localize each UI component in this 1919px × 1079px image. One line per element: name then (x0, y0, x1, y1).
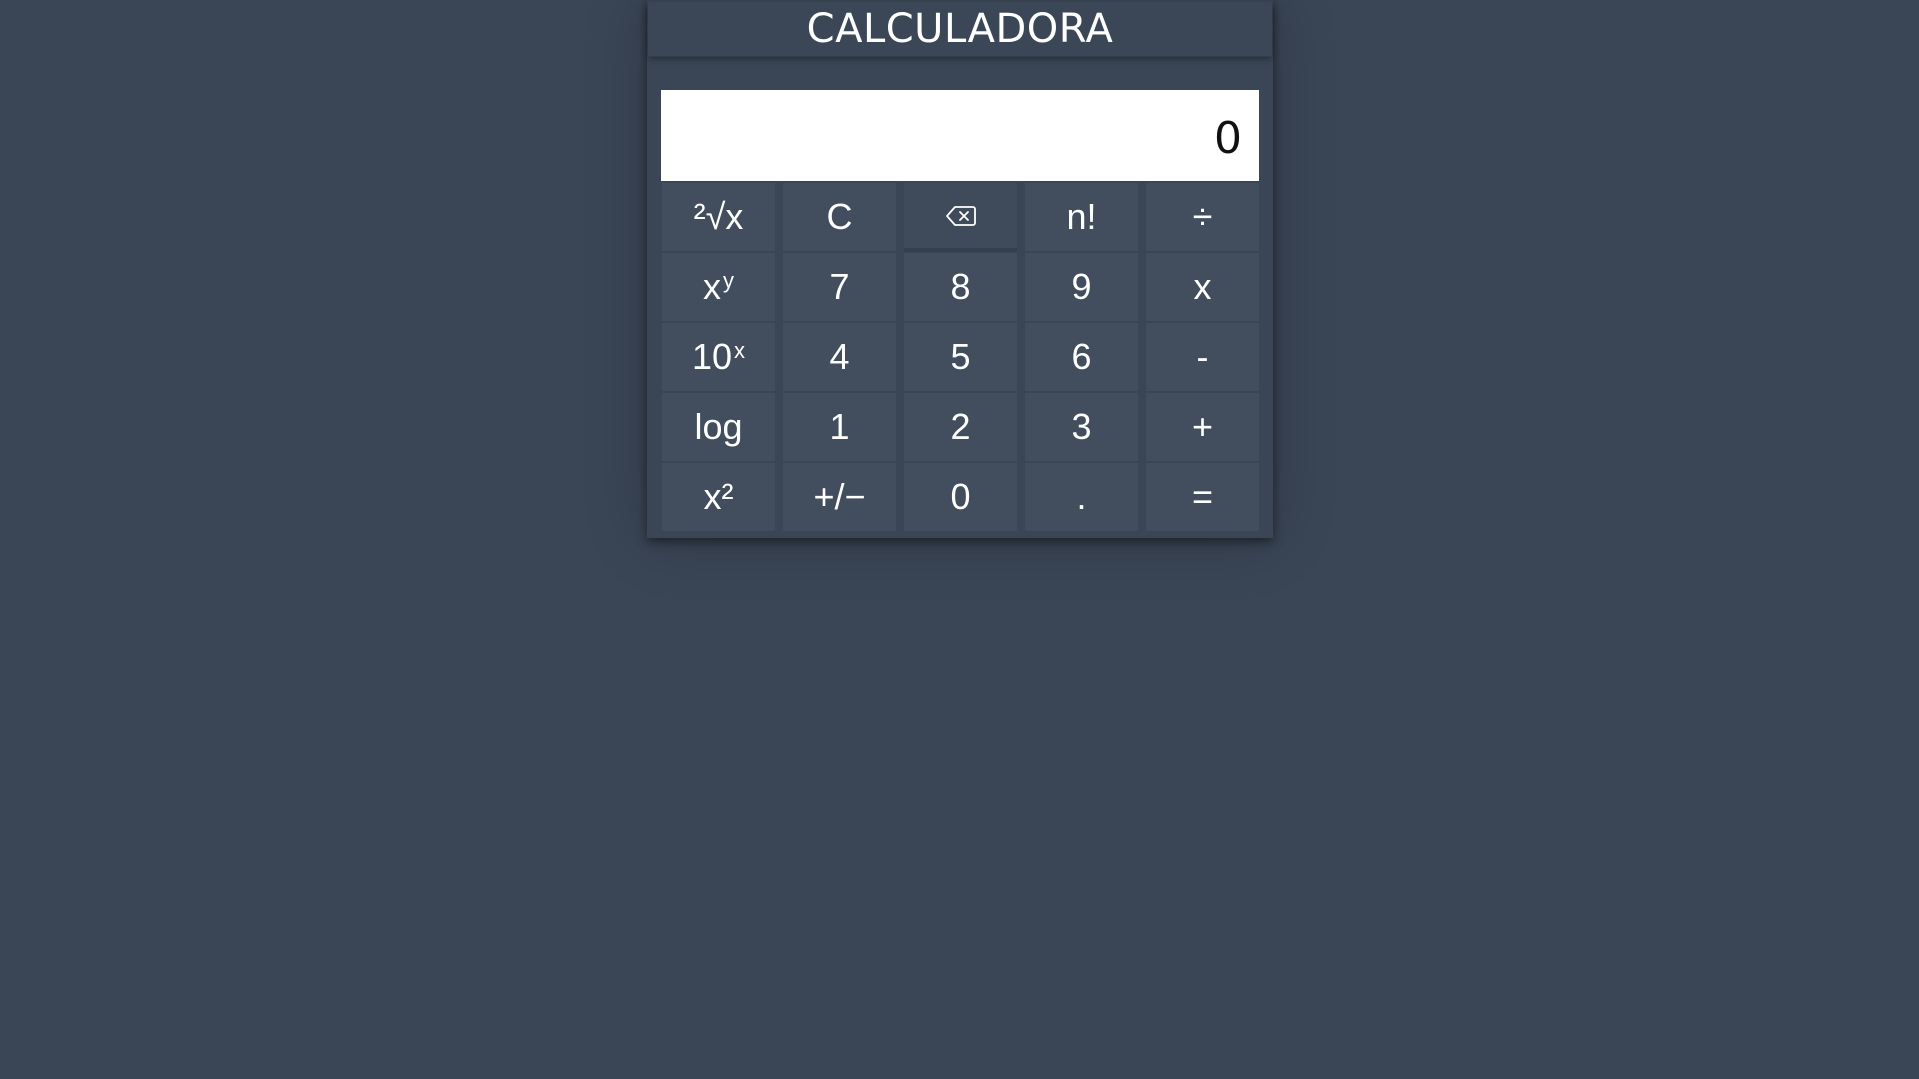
multiply-label: x (1193, 266, 1212, 307)
digit-9-button[interactable]: 9 (1025, 253, 1138, 322)
equals-label: = (1191, 476, 1214, 517)
digit-2-button[interactable]: 2 (904, 393, 1017, 462)
negate-button[interactable]: +/− (783, 463, 896, 532)
digit-4-label: 4 (829, 336, 850, 377)
app-title: CALCULADORA (806, 6, 1114, 52)
square-button[interactable]: x² (662, 463, 775, 532)
power-base-label: x (703, 266, 721, 307)
digit-6-label: 6 (1071, 336, 1092, 377)
clear-label: C (826, 196, 853, 237)
decimal-button[interactable]: . (1025, 463, 1138, 532)
power-button[interactable]: xy (662, 253, 775, 322)
divide-button[interactable]: ÷ (1146, 183, 1259, 252)
display-screen: 0 (661, 90, 1259, 181)
ten-power-exp-label: x (734, 338, 746, 363)
backspace-button[interactable] (904, 183, 1017, 252)
digit-2-label: 2 (950, 406, 971, 447)
digit-8-button[interactable]: 8 (904, 253, 1017, 322)
digit-7-label: 7 (829, 266, 850, 307)
ten-power-base-label: 10 (691, 336, 733, 377)
multiply-button[interactable]: x (1146, 253, 1259, 322)
factorial-label: n! (1066, 196, 1097, 237)
square-label: x² (703, 476, 734, 517)
ten-power-button[interactable]: 10 x (662, 323, 775, 392)
title-bar: CALCULADORA (648, 2, 1272, 57)
equals-button[interactable]: = (1146, 463, 1259, 532)
decimal-label: . (1076, 476, 1087, 517)
digit-3-label: 3 (1071, 406, 1092, 447)
digit-0-button[interactable]: 0 (904, 463, 1017, 532)
digit-9-label: 9 (1071, 266, 1092, 307)
negate-label: +/− (813, 476, 866, 517)
add-button[interactable]: + (1146, 393, 1259, 462)
digit-1-label: 1 (829, 406, 850, 447)
digit-3-button[interactable]: 3 (1025, 393, 1138, 462)
log-label: log (694, 406, 743, 447)
digit-4-button[interactable]: 4 (783, 323, 896, 392)
digit-0-label: 0 (950, 476, 971, 517)
subtract-button[interactable]: - (1146, 323, 1259, 392)
backspace-icon (945, 204, 977, 228)
square-root-label: ²√x (693, 196, 744, 237)
clear-button[interactable]: C (783, 183, 896, 252)
calculator: CALCULADORA 0 ²√x C n! ÷ xy 7 8 9 x 10 x… (647, 0, 1273, 538)
digit-7-button[interactable]: 7 (783, 253, 896, 322)
divide-label: ÷ (1192, 196, 1213, 237)
factorial-button[interactable]: n! (1025, 183, 1138, 252)
power-exp-label: y (723, 268, 734, 293)
digit-5-button[interactable]: 5 (904, 323, 1017, 392)
digit-5-label: 5 (950, 336, 971, 377)
digit-6-button[interactable]: 6 (1025, 323, 1138, 392)
keypad: ²√x C n! ÷ xy 7 8 9 x 10 x 4 5 6 - log 1… (662, 183, 1260, 532)
add-label: + (1191, 406, 1214, 447)
display-value: 0 (1214, 113, 1242, 164)
subtract-label: - (1196, 336, 1209, 377)
digit-8-label: 8 (950, 266, 971, 307)
digit-1-button[interactable]: 1 (783, 393, 896, 462)
log-button[interactable]: log (662, 393, 775, 462)
square-root-button[interactable]: ²√x (662, 183, 775, 252)
